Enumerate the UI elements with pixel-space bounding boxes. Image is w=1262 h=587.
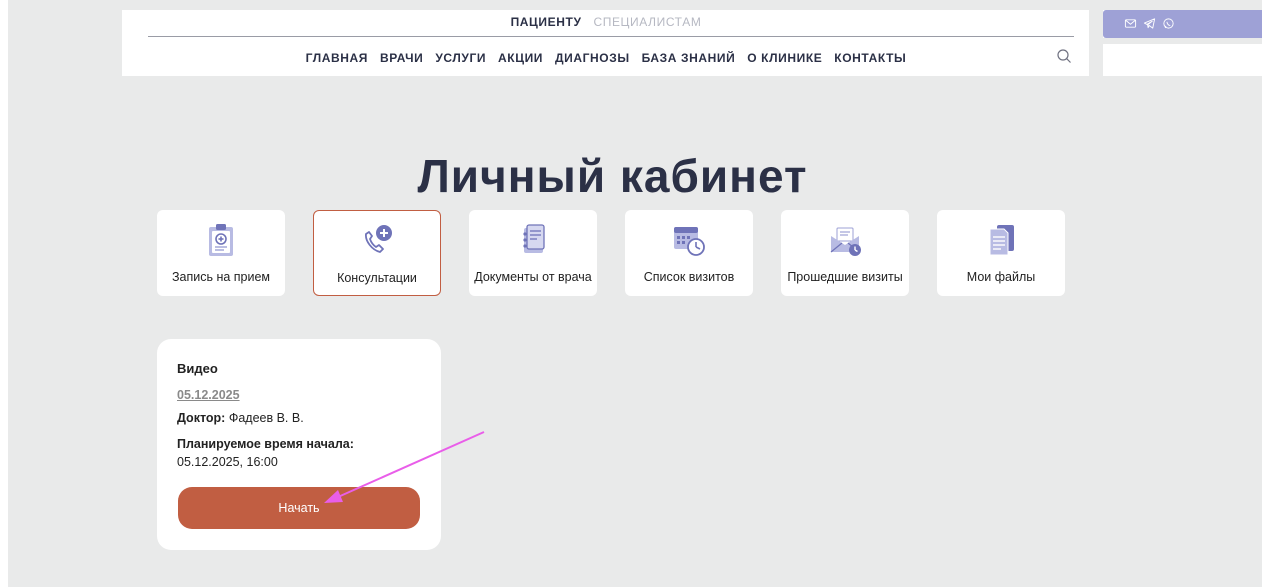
tile-label: Документы от врача — [474, 270, 592, 284]
envelope-clock-icon — [830, 227, 861, 256]
search-icon[interactable] — [1056, 48, 1072, 64]
header-divider — [148, 36, 1074, 37]
audience-switch: ПАЦИЕНТУ СПЕЦИАЛИСТАМ — [123, 15, 1089, 29]
main-nav: ГЛАВНАЯ ВРАЧИ УСЛУГИ АКЦИИ ДИАГНОЗЫ БАЗА… — [123, 51, 1089, 65]
nav-item-services[interactable]: УСЛУГИ — [435, 51, 486, 65]
nav-item-contacts[interactable]: КОНТАКТЫ — [834, 51, 906, 65]
nav-item-doctors[interactable]: ВРАЧИ — [380, 51, 423, 65]
tile-my-files[interactable]: Мои файлы — [937, 210, 1065, 296]
header-right-panel — [1103, 44, 1262, 76]
page-title: Личный кабинет — [417, 149, 808, 202]
phone-plus-icon — [365, 225, 392, 253]
tab-patients[interactable]: ПАЦИЕНТУ — [511, 15, 582, 29]
files-icon — [989, 225, 1014, 256]
tile-label: Мои файлы — [966, 270, 1036, 284]
mail-icon[interactable] — [1124, 17, 1137, 30]
tile-past-visits[interactable]: Прошедшие визиты — [781, 210, 909, 296]
nav-item-about[interactable]: О КЛИНИКЕ — [747, 51, 822, 65]
doctor-info: Доктор: Фадеев В. В. — [177, 411, 304, 425]
telegram-icon[interactable] — [1143, 17, 1156, 30]
documents-icon — [523, 224, 545, 253]
top-gap — [8, 0, 1262, 10]
doctor-name: Фадеев В. В. — [228, 411, 304, 425]
nav-item-diagnoses[interactable]: ДИАГНОЗЫ — [555, 51, 630, 65]
tile-label: Запись на прием — [171, 270, 271, 284]
start-time-value: 05.12.2025, 16:00 — [177, 455, 278, 469]
start-time-label: Планируемое время начала: — [177, 437, 354, 451]
tile-appointment[interactable]: Запись на прием — [157, 210, 285, 296]
nav-item-home[interactable]: ГЛАВНАЯ — [306, 51, 368, 65]
consultation-date-link[interactable]: 05.12.2025 — [177, 388, 240, 402]
tile-consultations[interactable]: Консультации — [313, 210, 441, 296]
contact-bar — [1103, 10, 1262, 38]
tile-label: Список визитов — [643, 270, 735, 284]
whatsapp-icon[interactable] — [1162, 17, 1175, 30]
clipboard-plus-icon — [209, 224, 233, 256]
consultation-card: Видео 05.12.2025 Доктор: Фадеев В. В. Пл… — [157, 339, 441, 550]
nav-item-promotions[interactable]: АКЦИИ — [498, 51, 543, 65]
tile-visit-list[interactable]: Список визитов — [625, 210, 753, 296]
nav-item-knowledge-base[interactable]: БАЗА ЗНАНИЙ — [642, 51, 736, 65]
tile-doctor-documents[interactable]: Документы от врача — [469, 210, 597, 296]
header-gutter-left — [8, 0, 122, 76]
tile-label: Консультации — [337, 271, 417, 285]
doctor-label: Доктор: — [177, 411, 226, 425]
site-header: ПАЦИЕНТУ СПЕЦИАЛИСТАМ ГЛАВНАЯ ВРАЧИ УСЛУ… — [123, 10, 1089, 76]
consultation-type: Видео — [177, 361, 218, 376]
start-consultation-button[interactable]: Начать — [178, 487, 420, 529]
calendar-clock-icon — [674, 227, 705, 256]
left-edge — [0, 0, 8, 587]
header-gutter-right — [1089, 0, 1103, 76]
tab-specialists[interactable]: СПЕЦИАЛИСТАМ — [593, 15, 701, 29]
tile-label: Прошедшие визиты — [787, 270, 903, 284]
